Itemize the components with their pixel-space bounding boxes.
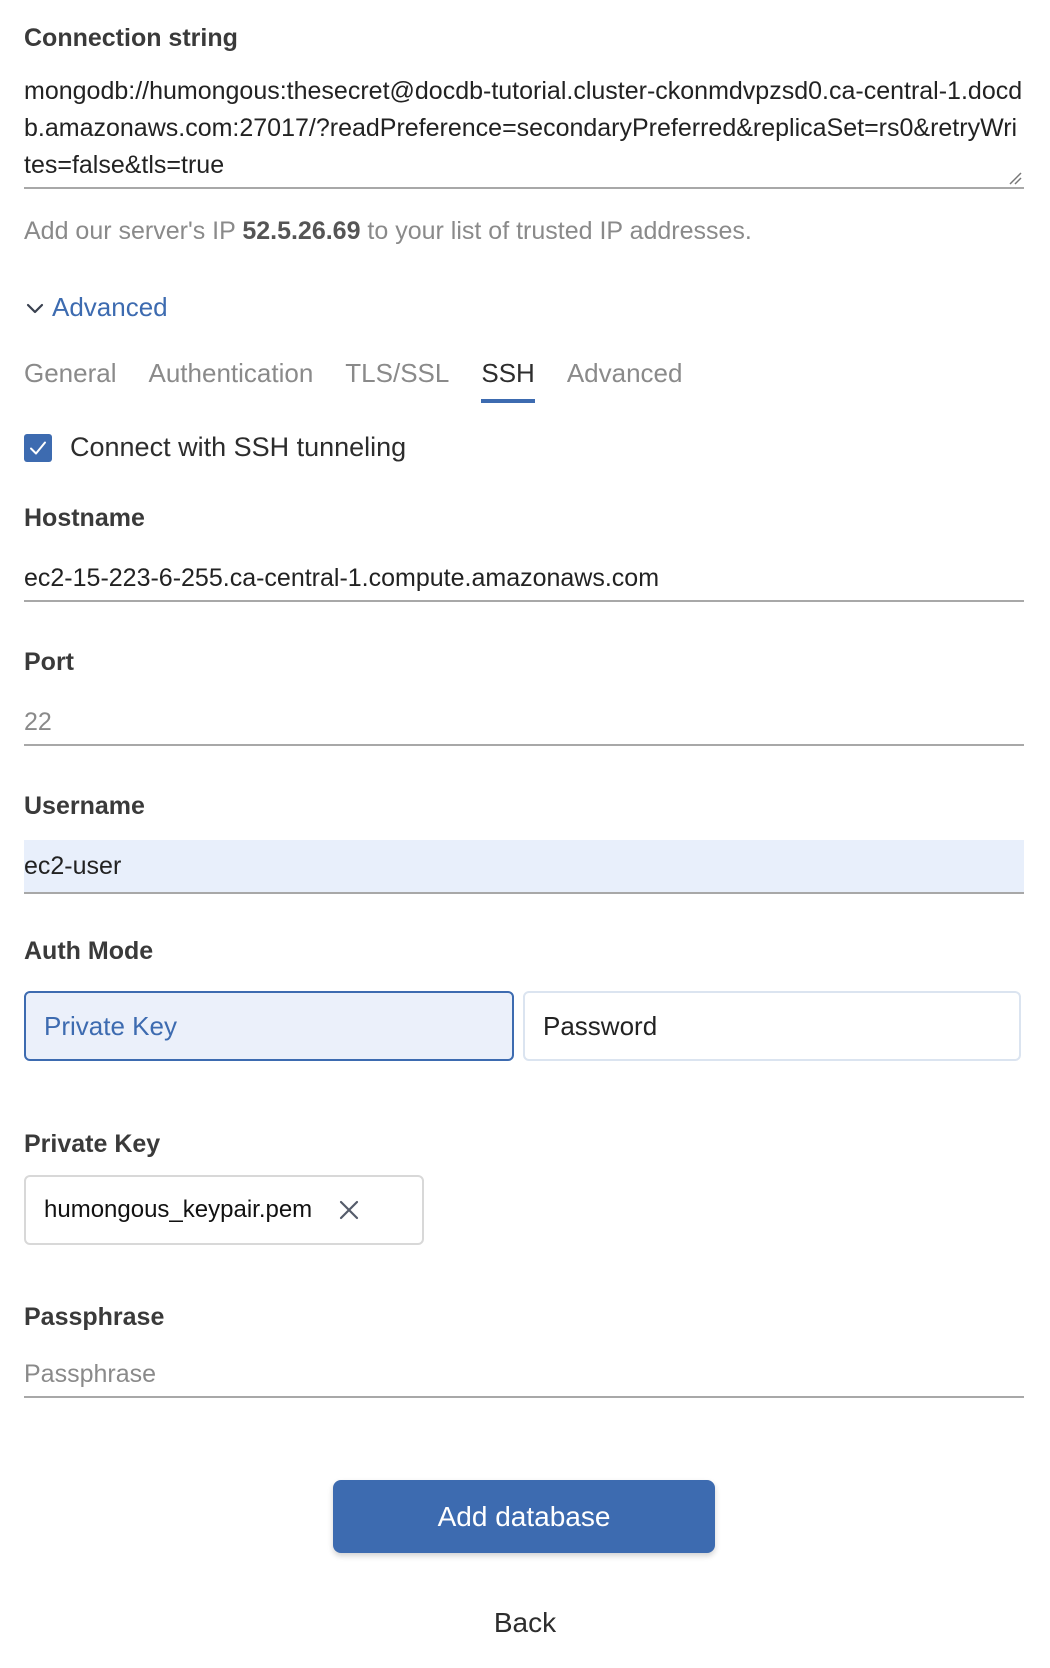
connection-string-underline	[24, 187, 1024, 189]
advanced-toggle-label: Advanced	[52, 292, 168, 322]
tab-general[interactable]: General	[24, 358, 117, 403]
passphrase-label: Passphrase	[24, 1303, 165, 1331]
ssh-tunneling-checkbox-row[interactable]: Connect with SSH tunneling	[24, 432, 406, 463]
port-label: Port	[24, 648, 74, 676]
auth-mode-label: Auth Mode	[24, 937, 154, 965]
passphrase-input[interactable]: Passphrase	[24, 1352, 1024, 1398]
private-key-file-name: humongous_keypair.pem	[44, 1196, 313, 1223]
close-icon[interactable]	[338, 1199, 360, 1221]
back-link[interactable]: Back	[0, 1607, 1050, 1639]
advanced-toggle[interactable]: Advanced	[24, 292, 168, 323]
resize-handle-icon[interactable]	[1008, 171, 1022, 185]
tab-ssh[interactable]: SSH	[481, 358, 536, 403]
ssh-tunneling-label: Connect with SSH tunneling	[70, 432, 407, 462]
trusted-ip-hint: Add our server's IP 52.5.26.69 to your l…	[24, 217, 752, 246]
hostname-label: Hostname	[24, 504, 145, 532]
username-input[interactable]: ec2-user	[24, 840, 1024, 894]
server-ip: 52.5.26.69	[242, 217, 361, 245]
chevron-down-icon	[26, 303, 44, 313]
settings-tabs: General Authentication TLS/SSL SSH Advan…	[24, 358, 714, 403]
connection-string-textarea[interactable]: mongodb://humongous:thesecret@docdb-tuto…	[24, 73, 1024, 184]
private-key-file-chip: humongous_keypair.pem	[24, 1175, 424, 1245]
add-database-button[interactable]: Add database	[333, 1480, 715, 1553]
auth-mode-password[interactable]: Password	[523, 991, 1021, 1061]
username-label: Username	[24, 792, 145, 820]
hostname-input[interactable]: ec2-15-223-6-255.ca-central-1.compute.am…	[24, 556, 1024, 602]
port-input[interactable]: 22	[24, 700, 1024, 746]
connection-string-label: Connection string	[24, 24, 238, 52]
auth-mode-private-key[interactable]: Private Key	[24, 991, 514, 1061]
private-key-label: Private Key	[24, 1130, 161, 1158]
tab-authentication[interactable]: Authentication	[149, 358, 314, 403]
tab-tls-ssl[interactable]: TLS/SSL	[345, 358, 449, 403]
tab-advanced[interactable]: Advanced	[567, 358, 683, 403]
ssh-tunneling-checkbox[interactable]	[24, 433, 52, 462]
hint-suffix: to your list of trusted IP addresses.	[360, 217, 752, 245]
hint-prefix: Add our server's IP	[24, 217, 243, 245]
checkmark-icon	[30, 441, 46, 454]
